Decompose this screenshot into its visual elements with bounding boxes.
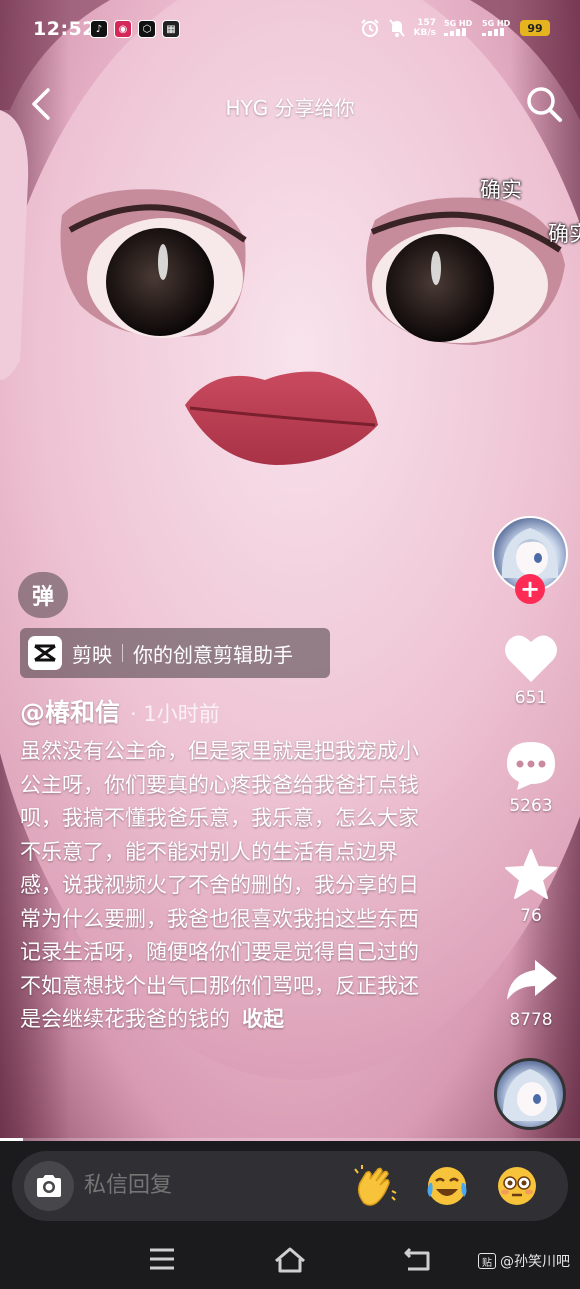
message-reply-input[interactable] [84,1173,334,1198]
clap-emoji-icon [354,1165,397,1206]
signal-indicator-1: 5G HD [444,19,474,38]
share-button[interactable]: 8778 [500,956,562,1030]
meitu-icon: ▦ [162,20,180,38]
status-time: 12:52 [33,18,96,40]
status-indicators: 157 KB/s 5G HD 5G HD 99 [360,18,550,38]
author-name-link[interactable]: @椿和信 [20,693,120,729]
back-nav-button[interactable] [398,1241,438,1277]
signal-bars-icon [482,27,504,36]
comment-count: 5263 [509,796,553,816]
share-arrow-icon [507,960,557,1000]
mute-bell-icon [388,19,405,37]
tiktok-icon: ♪ [90,20,108,38]
favorite-button[interactable]: 76 [500,848,562,926]
menu-nav-button[interactable] [142,1241,182,1277]
flushed-emoji-icon [498,1167,536,1205]
signal-label: 5G HD [482,18,511,28]
reply-bar [0,1141,580,1231]
camera-icon [37,1175,61,1197]
music-disc-button[interactable] [494,1058,566,1130]
net-speed-unit: KB/s [413,28,436,38]
video-caption[interactable]: 虽然没有公主命，但是家里就是把我宠成小公主呀，你们要真的心疼我爸给我爸打点钱呗，… [20,735,438,1037]
laugh-cry-emoji-button[interactable] [424,1163,470,1209]
music-icon: ◉ [114,20,132,38]
capcut-name: 剪映 [72,642,112,667]
flushed-emoji-button[interactable] [494,1163,540,1209]
top-bar: HYG 分享给你 [0,82,580,126]
author-avatar-button[interactable]: + [492,516,568,604]
capcut-slogan: 你的创意剪辑助手 [133,642,293,667]
like-button[interactable]: 651 [500,632,562,708]
home-nav-button[interactable] [270,1241,310,1277]
net-speed-value: 157 [417,18,436,28]
status-app-icons: ♪ ◉ ⬡ ▦ [90,20,180,38]
collapse-caption-link[interactable]: 收起 [242,1007,284,1031]
return-icon [404,1247,430,1271]
clap-emoji-button[interactable] [352,1163,398,1209]
share-count: 8778 [509,1010,553,1030]
signal-indicator-2: 5G HD [482,19,512,38]
reply-box [12,1151,568,1221]
alarm-icon [360,19,379,37]
capcut-logo-icon [28,636,62,670]
battery-indicator: 99 [520,20,550,36]
post-time: · 1小时前 [130,702,220,726]
danmaku-comment: 确实 [548,222,580,246]
search-icon [527,87,562,122]
capcut-anchor-link[interactable]: 剪映 你的创意剪辑助手 [20,628,330,678]
like-count: 651 [514,688,548,708]
net-speed: 157 KB/s [414,18,436,38]
laugh-cry-emoji-icon [427,1167,467,1205]
comment-bubble-icon [507,742,555,790]
box-icon: ⬡ [138,20,156,38]
comment-button[interactable]: 5263 [500,740,562,816]
danmaku-toggle-button[interactable]: 弹 [18,572,68,618]
watermark: 贴 @孙笑川吧 [478,1251,570,1271]
share-title: HYG 分享给你 [225,96,355,120]
capcut-divider [122,644,123,662]
heart-icon [505,635,557,682]
signal-bars-icon [444,27,466,36]
music-cover-icon [502,1069,558,1121]
follow-button[interactable]: + [515,574,545,604]
favorite-count: 76 [520,906,542,926]
camera-button[interactable] [24,1161,74,1211]
danmaku-comment: 确实 [480,178,522,202]
weibo-tieba-logo-icon: 贴 [478,1253,496,1269]
signal-label: 5G HD [444,18,473,28]
status-bar: 12:52 ♪ ◉ ⬡ ▦ 157 KB/s 5G HD 5G HD 99 [0,0,580,62]
system-nav-bar: 贴 @孙笑川吧 [0,1231,580,1289]
star-icon [505,849,557,899]
search-button[interactable] [524,84,564,124]
author-line: @椿和信 · 1小时前 [20,693,220,729]
home-icon [275,1247,305,1273]
menu-icon [150,1248,174,1270]
caption-text: 虽然没有公主命，但是家里就是把我宠成小公主呀，你们要真的心疼我爸给我爸打点钱呗，… [20,739,419,1031]
watermark-text: @孙笑川吧 [500,1254,570,1270]
